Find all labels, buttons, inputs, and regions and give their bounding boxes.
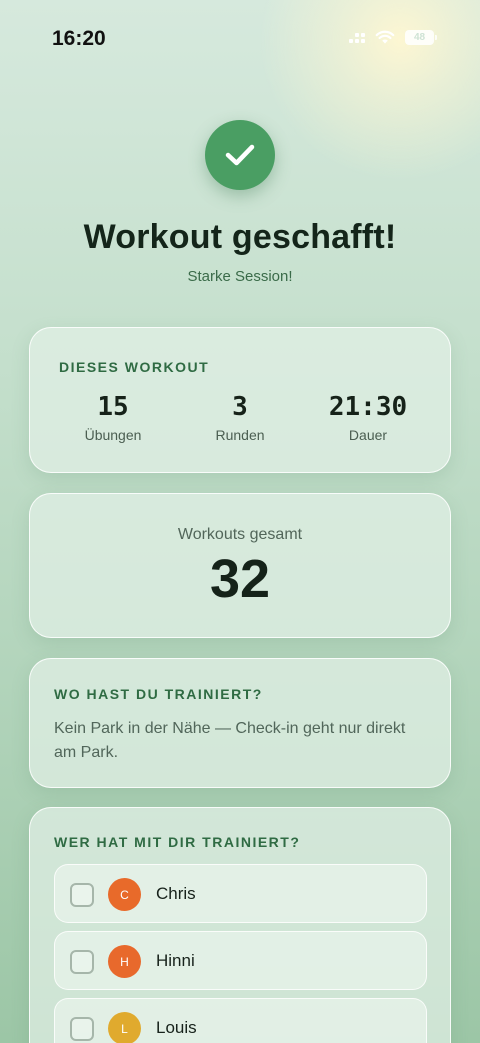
success-check-icon (205, 120, 275, 190)
status-icons: 48 (349, 30, 437, 45)
battery-level: 48 (413, 32, 426, 43)
total-workouts-label: Workouts gesamt (177, 526, 303, 543)
status-time: 16:20 (52, 27, 106, 50)
page-title: Workout geschafft! (83, 218, 397, 256)
stat-exercises: 15 Übungen (53, 392, 173, 443)
avatar: L (108, 1012, 141, 1043)
stat-rounds: 3 Runden (180, 392, 300, 443)
partners-heading: WER HAT MIT DIR TRAINIERT? (54, 834, 301, 850)
partner-name: Hinni (156, 951, 195, 970)
stat-label: Dauer (348, 427, 388, 443)
battery-icon: 48 (405, 30, 437, 45)
partner-checkbox[interactable] (70, 883, 94, 907)
partner-row-hinni[interactable]: H Hinni (54, 931, 427, 990)
wifi-icon (375, 30, 395, 44)
partner-checkbox[interactable] (70, 1017, 94, 1041)
partner-name: Chris (156, 884, 196, 903)
stat-duration: 21:30 Dauer (308, 392, 428, 443)
total-workouts-value: 32 (209, 549, 271, 609)
stat-value: 21:30 (328, 392, 408, 422)
stat-value: 3 (232, 392, 248, 422)
page-subtitle: Starke Session! (187, 268, 293, 285)
status-bar: 16:20 48 (0, 0, 480, 76)
stat-label: Runden (215, 427, 265, 443)
stats-heading: DIESES WORKOUT (59, 359, 210, 375)
partner-name: Louis (156, 1018, 197, 1037)
partners-card: WER HAT MIT DIR TRAINIERT? C Chris H Hin… (29, 807, 451, 1043)
cellular-signal-icon (349, 32, 365, 43)
avatar: H (108, 945, 141, 978)
location-heading: WO HAST DU TRAINIERT? (54, 686, 263, 702)
stat-label: Übungen (84, 427, 142, 443)
location-message: Kein Park in der Nähe — Check-in geht nu… (54, 720, 406, 761)
partner-row-chris[interactable]: C Chris (54, 864, 427, 923)
location-card: WO HAST DU TRAINIERT? Kein Park in der N… (29, 658, 451, 788)
workout-stats-card: DIESES WORKOUT 15 Übungen 3 Runden 21:30… (29, 327, 451, 473)
avatar: C (108, 878, 141, 911)
total-workouts-card: Workouts gesamt 32 (29, 493, 451, 638)
partner-checkbox[interactable] (70, 950, 94, 974)
stat-value: 15 (97, 392, 129, 422)
partner-row-louis[interactable]: L Louis (54, 998, 427, 1043)
